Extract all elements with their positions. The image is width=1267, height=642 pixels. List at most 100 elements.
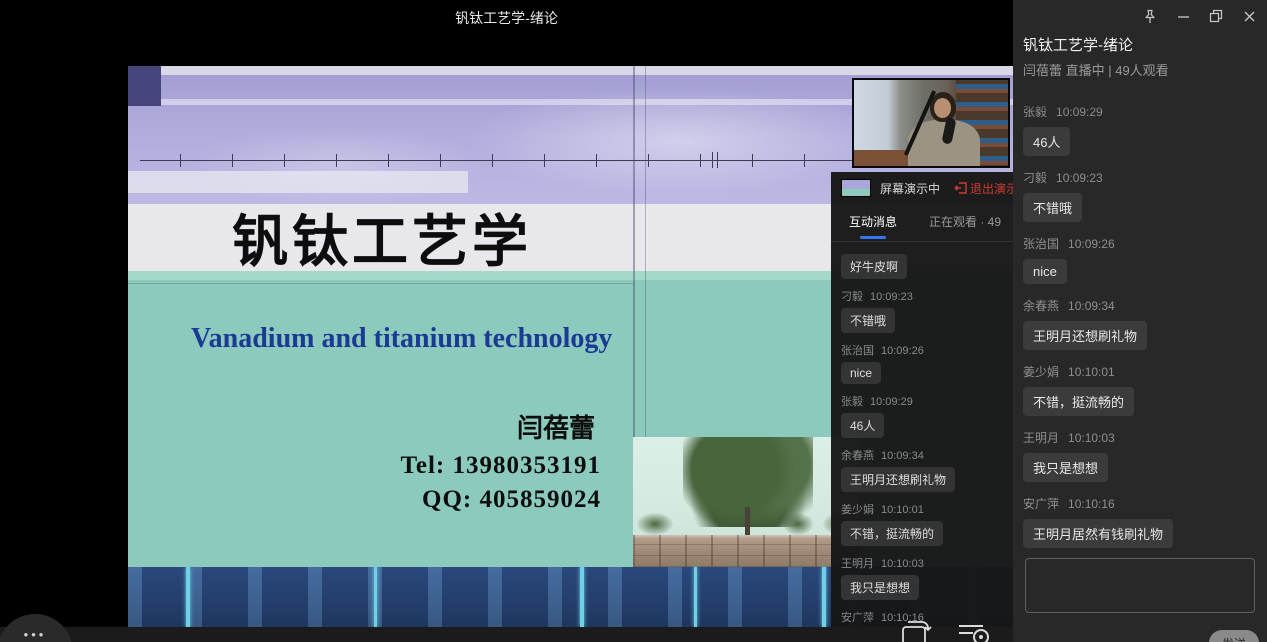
chat-message: 刁毅 10:09:23 不错哦 — [841, 288, 1003, 333]
chat-message-meta: 余春燕10:09:34 — [841, 447, 1003, 463]
chat-message-meta: 王明月 10:10:03 — [1023, 429, 1259, 446]
chat-timestamp: 10:10:16 — [1068, 497, 1115, 511]
tab-interactive-messages[interactable]: 互动消息 — [849, 206, 897, 242]
presenting-status-row: 屏幕演示中 退出演示 — [831, 172, 1013, 202]
chat-username: 张治国 — [841, 345, 874, 357]
chat-message-meta: 刁毅 10:09:23 — [1023, 169, 1259, 186]
chat-message: 刁毅 10:09:23 不错哦 — [1023, 169, 1259, 222]
chat-username: 张毅 — [841, 396, 863, 408]
overlay-message-list: 好牛皮啊 刁毅10:09:23 不错哦 张治国10:09:26 ni — [831, 242, 1013, 627]
chat-message-meta: 余春燕 10:09:34 — [1023, 297, 1259, 314]
chat-message-meta: 姜少娟 10:10:01 — [841, 501, 1003, 517]
chat-timestamp: 10:09:29 — [870, 396, 913, 408]
chat-bubble: 不错，挺流畅的 — [841, 521, 943, 546]
live-class-window: 钒钛工艺学-绪论 钒钛工艺学 Vanadium and titanium tec… — [0, 0, 1267, 642]
chat-username: 刁毅 — [1023, 171, 1047, 185]
chat-timestamp: 10:09:23 — [1056, 171, 1103, 185]
chat-bubble: nice — [841, 362, 881, 384]
chat-username: 安广萍 — [841, 612, 874, 624]
chat-timestamp: 10:10:01 — [1068, 365, 1115, 379]
active-tab-underline — [860, 236, 886, 239]
chat-timestamp: 10:09:34 — [1068, 299, 1115, 313]
chat-username: 余春燕 — [841, 450, 874, 462]
switch-layout-icon — [898, 618, 932, 642]
chat-message: 余春燕 10:09:34 王明月还想刷礼物 — [1023, 297, 1259, 350]
chat-message-meta: 姜少娟 10:10:01 — [1023, 363, 1259, 380]
chat-message-meta: 王明月 10:10:03 — [841, 555, 1003, 571]
sidebar-live-status: 闫蓓蕾 直播中 | 49人观看 — [1023, 60, 1169, 79]
bottom-toolbar — [0, 627, 1013, 642]
chat-message: 张毅10:09:29 46人 — [841, 393, 1003, 438]
chat-sidebar: 钒钛工艺学-绪论 闫蓓蕾 直播中 | 49人观看 张毅10:09:29 46人 … — [1013, 0, 1267, 642]
chat-username: 姜少娟 — [1023, 365, 1059, 379]
chat-message: 安广萍 10:10:16 王明月居然有钱刷礼物 — [1023, 495, 1259, 548]
chat-message: 王明月 10:10:03 我只是想想 — [841, 555, 1003, 600]
message-input[interactable] — [1025, 558, 1255, 613]
chat-timestamp: 10:10:01 — [881, 504, 924, 516]
more-menu-button[interactable]: ••• — [0, 614, 73, 642]
minimize-icon — [1177, 10, 1190, 23]
chat-message-meta: 张毅10:09:29 — [1023, 103, 1259, 120]
slide-qq: QQ: 405859024 — [401, 486, 602, 514]
chat-message: 张治国 10:09:26 nice — [841, 342, 1003, 384]
chat-bubble: 我只是想想 — [841, 575, 919, 600]
exit-arrow-icon — [954, 182, 967, 194]
chat-bubble: 王明月还想刷礼物 — [841, 467, 955, 492]
switch-layout-button[interactable] — [898, 618, 932, 642]
slide-mini-thumbnail — [841, 179, 871, 197]
presenter-webcam[interactable] — [852, 78, 1010, 168]
slide-tel: Tel: 13980353191 — [401, 452, 602, 480]
chat-username: 安广萍 — [1023, 497, 1059, 511]
chat-bubble: nice — [1023, 259, 1067, 284]
chat-username: 王明月 — [841, 558, 874, 570]
chat-message: 姜少娟 10:10:01 不错，挺流畅的 — [841, 501, 1003, 546]
minimize-button[interactable] — [1173, 7, 1193, 25]
message-list-button[interactable] — [955, 618, 991, 642]
chat-bubble: 不错哦 — [841, 308, 895, 333]
chat-message: 姜少娟 10:10:01 不错，挺流畅的 — [1023, 363, 1259, 416]
sidebar-message-list: 张毅10:09:29 46人 刁毅 10:09:23 不错哦 张治国 10:09:2… — [1023, 103, 1259, 548]
chat-bubble: 不错哦 — [1023, 193, 1082, 222]
chat-message: 余春燕10:09:34 王明月还想刷礼物 — [841, 447, 1003, 492]
pin-button[interactable] — [1140, 7, 1160, 25]
slide-corner-decoration — [128, 66, 161, 106]
slide-author: 闫蓓蕾 — [401, 408, 602, 445]
chat-message: 王明月10:10:03 我只是想想 — [1023, 429, 1259, 482]
chat-timestamp: 10:10:03 — [1068, 431, 1115, 445]
chat-bubble: 不错，挺流畅的 — [1023, 387, 1134, 416]
sidebar-course-title: 钒钛工艺学-绪论 — [1023, 34, 1133, 55]
chat-timestamp: 10:09:26 — [881, 345, 924, 357]
chat-message: 张毅10:09:29 46人 — [1023, 103, 1259, 156]
chat-timestamp: 10:09:26 — [1068, 237, 1115, 251]
stage-titlebar: 钒钛工艺学-绪论 — [0, 0, 1013, 30]
interaction-panel: 屏幕演示中 退出演示 互动消息 正在观看 · 49 — [831, 172, 1013, 627]
pin-icon — [1143, 9, 1157, 24]
chat-bubble: 好牛皮啊 — [841, 254, 907, 279]
chat-message-meta: 张毅 10:09:29 — [841, 393, 1003, 409]
send-button[interactable]: 发送 — [1209, 630, 1259, 642]
chat-username: 余春燕 — [1023, 299, 1059, 313]
slide-title: 钒钛工艺学 — [232, 197, 832, 278]
chat-message-meta: 张治国 10:09:26 — [841, 342, 1003, 358]
presenter-person — [912, 92, 978, 168]
close-button[interactable] — [1239, 7, 1259, 25]
chat-timestamp: 10:10:03 — [881, 558, 924, 570]
chat-bubble: 王明月还想刷礼物 — [1023, 321, 1147, 350]
exit-presentation-button[interactable]: 退出演示 — [954, 180, 1013, 197]
chat-username: 刁毅 — [841, 291, 863, 303]
chat-message-meta: 刁毅 10:09:23 — [841, 288, 1003, 304]
panel-tabs: 互动消息 正在观看 · 49 — [831, 206, 1013, 242]
close-icon — [1243, 10, 1256, 23]
chat-username: 姜少娟 — [841, 504, 874, 516]
stage-title: 钒钛工艺学-绪论 — [0, 8, 1013, 28]
chat-timestamp: 10:09:23 — [870, 291, 913, 303]
slide-subtitle: Vanadium and titanium technology — [191, 323, 851, 355]
chat-username: 张治国 — [1023, 237, 1059, 251]
chat-username: 王明月 — [1023, 431, 1059, 445]
chat-bubble: 王明月居然有钱刷礼物 — [1023, 519, 1173, 548]
chat-bubble: 46人 — [1023, 127, 1070, 156]
video-stage: 钒钛工艺学-绪论 钒钛工艺学 Vanadium and titanium tec… — [0, 0, 1013, 642]
restore-button[interactable] — [1206, 7, 1226, 25]
chat-message-meta: 张治国 10:09:26 — [1023, 235, 1259, 252]
tab-viewers[interactable]: 正在观看 · 49 — [929, 206, 1001, 242]
